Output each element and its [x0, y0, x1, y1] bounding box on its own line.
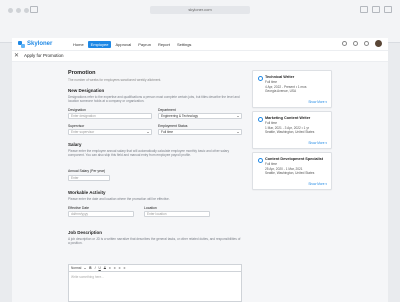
briefcase-icon	[258, 117, 263, 122]
help-icon[interactable]	[364, 41, 369, 46]
card-dates: 1 Mar, 2021 - 3 Apr, 2022 • 1 yr	[265, 125, 309, 130]
align-left-button[interactable]: ≡	[109, 266, 111, 270]
show-more-link[interactable]: Show More ▾	[308, 100, 327, 104]
brand-logo-icon	[18, 40, 25, 48]
bold-button[interactable]: B	[89, 266, 91, 270]
italic-button[interactable]: I	[95, 266, 96, 270]
card-type: Full time	[265, 162, 278, 166]
share-icon[interactable]	[360, 6, 368, 13]
card-type: Full time	[265, 80, 278, 84]
history-card[interactable]: Marketing Content Writer Full time 1 Mar…	[252, 111, 332, 149]
card-title: Technical Writer	[265, 75, 295, 79]
sidebar-toggle-icon[interactable]	[30, 6, 38, 13]
show-more-link[interactable]: Show More ▾	[308, 182, 327, 186]
briefcase-icon	[258, 158, 263, 163]
align-center-button[interactable]: ≡	[114, 266, 116, 270]
editor-wrapper: Normal B I U S ≡ ≡ ≡ ≡ Write something h…	[68, 0, 242, 302]
card-dates: 4 Apr, 2022 - Present • 1 mos	[265, 84, 307, 89]
avatar[interactable]	[375, 40, 382, 47]
history-card[interactable]: Content Development Specialist Full time…	[252, 152, 332, 190]
card-location: Georgia Avenue, USA	[265, 89, 297, 93]
underline-button[interactable]: U	[98, 266, 100, 270]
header-actions	[342, 40, 382, 47]
card-title: Content Development Specialist	[265, 157, 324, 161]
chevron-down-icon	[84, 267, 87, 269]
window-controls[interactable]	[8, 8, 29, 13]
bullet-list-button[interactable]: ≡	[119, 266, 121, 270]
text-style-select[interactable]: Normal	[71, 266, 81, 270]
show-more-link[interactable]: Show More ▾	[308, 141, 327, 145]
settings-icon[interactable]	[353, 41, 358, 46]
strikethrough-button[interactable]: S	[104, 266, 106, 270]
card-type: Full time	[265, 121, 278, 125]
page-title: Apply for Promotion	[24, 53, 64, 58]
notification-icon[interactable]	[342, 41, 347, 46]
job-description-editor[interactable]: Write something here...	[68, 272, 242, 302]
editor-toolbar: Normal B I U S ≡ ≡ ≡ ≡	[68, 264, 242, 272]
card-dates: 25 Apr, 2020 - 1 Mar, 2021	[265, 166, 303, 171]
card-location: Seattle, Washington, United States	[265, 130, 315, 134]
card-location: Seattle, Washington, United States	[265, 171, 315, 175]
briefcase-icon	[258, 76, 263, 81]
card-title: Marketing Content Writer	[265, 116, 311, 120]
tabs-overview-icon[interactable]	[384, 6, 392, 13]
close-icon[interactable]: ✕	[14, 52, 19, 60]
history-card[interactable]: Technical Writer Full time 4 Apr, 2022 -…	[252, 70, 332, 108]
brand-name: Skyloner	[27, 41, 53, 47]
new-tab-icon[interactable]	[372, 6, 380, 13]
numbered-list-button[interactable]: ≡	[124, 266, 126, 270]
brand-logo[interactable]: Skyloner	[18, 40, 52, 48]
